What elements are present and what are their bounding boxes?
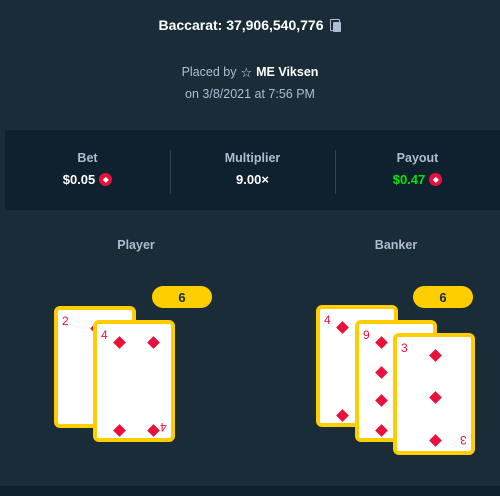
bet-title: Baccarat: 37,906,540,776 [158, 17, 324, 33]
ruby-coin-icon: ◆ [429, 173, 443, 186]
player-card-2: 4 4 [93, 320, 175, 442]
stat-bet-value: $0.05 [62, 172, 96, 187]
diamond-icon [147, 336, 160, 349]
placed-by-label: Placed by [181, 65, 237, 79]
diamond-icon [429, 391, 442, 404]
diamond-icon [429, 434, 442, 447]
card-rank: 3 [401, 341, 408, 355]
star-icon: ☆ [240, 64, 253, 80]
card-rank: 9 [363, 328, 370, 342]
stat-multiplier-value: 9.00× [236, 172, 269, 187]
bet-stats-panel: Bet $0.05 ◆ Multiplier 9.00× Payout $0.4… [5, 130, 500, 210]
card-rank: 2 [62, 314, 69, 328]
banker-label: Banker [374, 238, 418, 252]
diamond-icon [336, 321, 349, 334]
bet-date: on 3/8/2021 at 7:56 PM [185, 87, 315, 101]
bet-title-row: Baccarat: 37,906,540,776 [0, 17, 500, 33]
stat-bet: Bet $0.05 ◆ [5, 151, 170, 189]
player-label: Player [117, 238, 155, 252]
diamond-icon [147, 424, 160, 437]
username-link[interactable]: ME Viksen [256, 65, 318, 79]
ruby-coin-icon: ◆ [99, 173, 113, 186]
diamond-icon [429, 349, 442, 362]
diamond-icon [113, 336, 126, 349]
stat-payout: Payout $0.47 ◆ [335, 150, 500, 194]
stat-multiplier: Multiplier 9.00× [170, 150, 335, 194]
bottom-bar [0, 486, 500, 496]
stat-payout-value-row: $0.47 ◆ [393, 172, 443, 187]
stat-bet-label: Bet [77, 151, 98, 165]
banker-score-badge: 6 [413, 286, 473, 308]
diamond-icon [375, 336, 388, 349]
stat-payout-value: $0.47 [392, 172, 426, 187]
copy-icon[interactable] [329, 18, 342, 32]
diamond-icon [336, 409, 349, 422]
stat-payout-label: Payout [396, 151, 439, 165]
card-rank: 4 [160, 420, 167, 434]
card-rank: 4 [324, 313, 331, 327]
card-rank: 4 [101, 328, 108, 342]
banker-card-3: 3 3 [393, 333, 475, 455]
diamond-icon [375, 366, 388, 379]
player-score-badge: 6 [152, 286, 212, 308]
diamond-icon [375, 394, 388, 407]
stat-multiplier-label: Multiplier [224, 151, 281, 165]
card-rank: 3 [460, 433, 467, 447]
diamond-icon [113, 424, 126, 437]
placed-by-row: Placed by ☆ ME Viksen [0, 65, 500, 79]
diamond-icon [375, 424, 388, 437]
stat-bet-value-row: $0.05 ◆ [63, 172, 113, 187]
